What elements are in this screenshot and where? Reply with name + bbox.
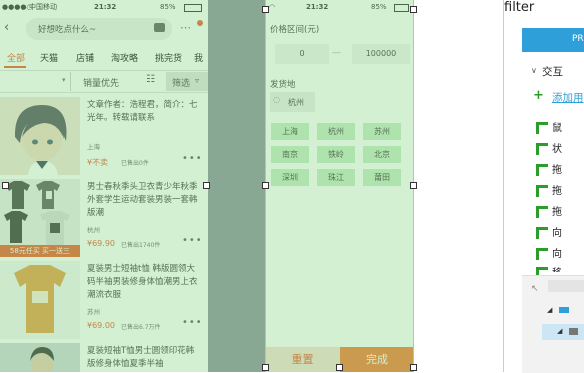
resize-handle[interactable] <box>203 182 210 189</box>
folder-icon <box>559 307 569 313</box>
panel-frame <box>265 0 414 372</box>
resize-handle[interactable] <box>410 364 417 371</box>
event-row[interactable]: 向 <box>552 224 562 239</box>
selection-overlay <box>0 0 208 372</box>
event-icon <box>536 206 548 218</box>
event-icon <box>536 248 548 260</box>
expand-icon[interactable]: ◢ <box>557 327 562 335</box>
event-icon <box>536 164 548 176</box>
add-interaction-link[interactable]: 添加用 <box>552 90 584 105</box>
properties-tab[interactable]: PR <box>522 28 584 52</box>
event-row[interactable]: 鼠 <box>552 119 562 134</box>
resize-handle[interactable] <box>336 364 343 371</box>
cursor-icon: ↖ <box>531 284 539 294</box>
layer-icon <box>569 328 578 335</box>
event-row[interactable]: 向 <box>552 245 562 260</box>
event-row[interactable]: 状 <box>552 140 562 155</box>
event-row[interactable]: 拖 <box>552 182 562 197</box>
inspector-panel: filter PR ∨ 交互 + 添加用 鼠 状 拖 拖 拖 向 向 移 ↖ ◢… <box>503 0 584 373</box>
event-row[interactable]: 拖 <box>552 161 562 176</box>
event-icon <box>536 122 548 134</box>
add-icon[interactable]: + <box>533 88 544 103</box>
resize-handle[interactable] <box>2 182 9 189</box>
properties-tab-label: PR <box>572 34 584 44</box>
panel-title: filter <box>504 0 535 15</box>
layers-panel: ↖ ◢ ◢ <box>522 275 584 373</box>
event-icon <box>536 227 548 239</box>
layers-search[interactable] <box>548 280 584 292</box>
expand-icon[interactable]: ◢ <box>547 306 552 314</box>
resize-handle[interactable] <box>262 364 269 371</box>
resize-handle[interactable] <box>262 6 269 13</box>
event-row[interactable]: 移 <box>552 264 562 272</box>
chevron-down-icon[interactable]: ∨ <box>531 66 537 75</box>
resize-handle[interactable] <box>410 182 417 189</box>
resize-handle[interactable] <box>262 182 269 189</box>
canvas-gap <box>208 0 265 372</box>
resize-handle[interactable] <box>410 6 417 13</box>
event-icon <box>536 143 548 155</box>
event-icon <box>536 185 548 197</box>
event-row[interactable]: 拖 <box>552 203 562 218</box>
section-interaction: 交互 <box>542 66 563 78</box>
